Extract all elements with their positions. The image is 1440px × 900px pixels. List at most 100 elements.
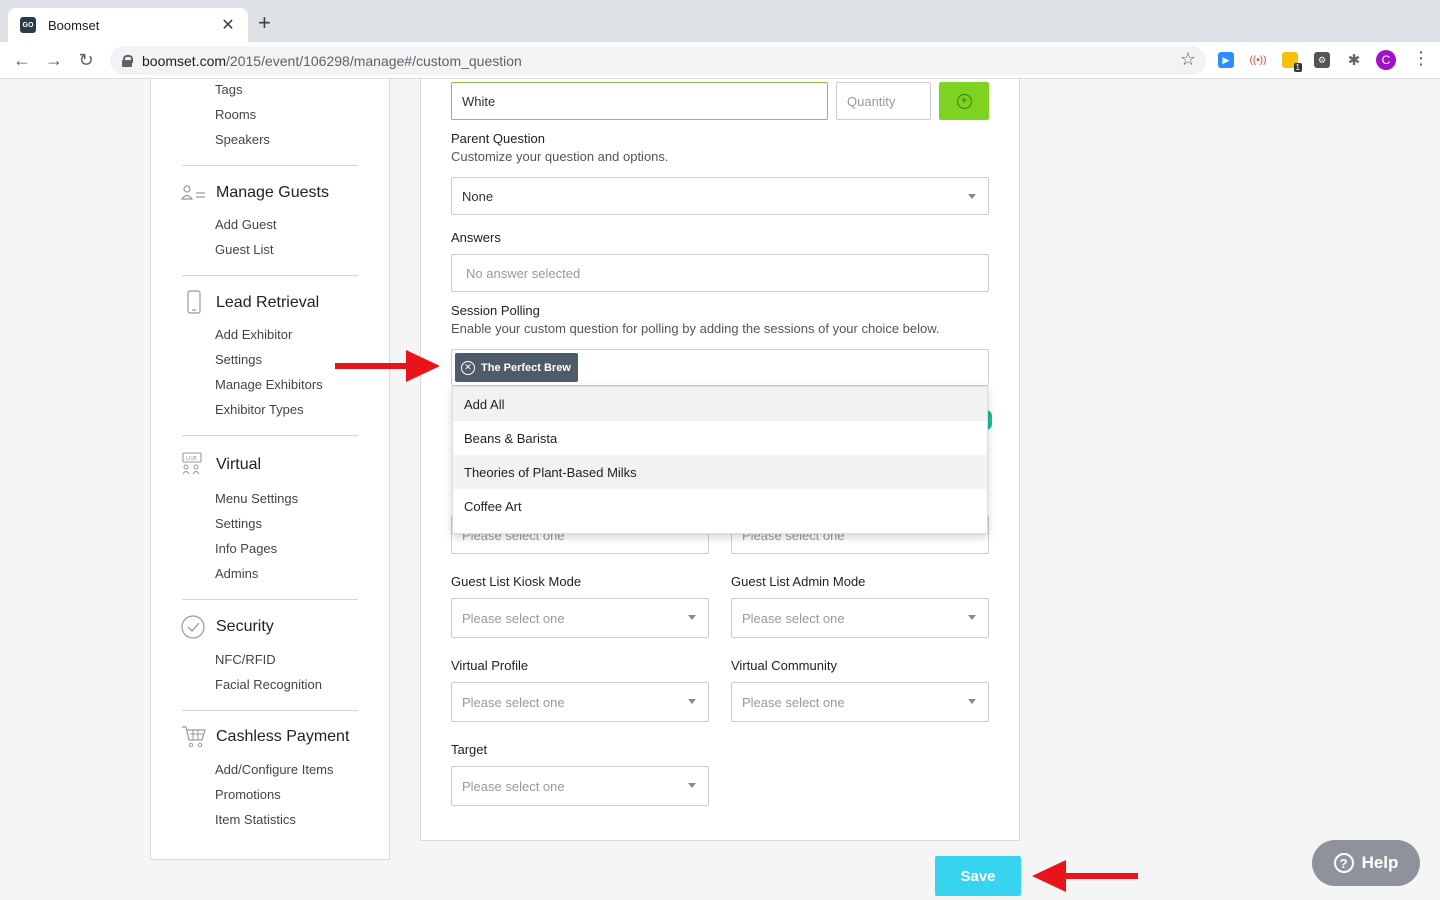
reload-icon[interactable]: ↻ <box>74 48 98 72</box>
help-button[interactable]: ? Help <box>1312 840 1420 886</box>
admin-mode-select[interactable]: Please select one <box>731 598 989 638</box>
sidebar-item-lead-settings[interactable]: Settings <box>215 352 262 367</box>
sidebar-item-exhibitor-types[interactable]: Exhibitor Types <box>215 402 304 417</box>
annotation-arrow-left-icon <box>1032 860 1066 892</box>
tab-close-icon[interactable]: ✕ <box>220 15 236 35</box>
parent-question-hint: Customize your question and options. <box>451 149 669 164</box>
parent-question-label: Parent Question <box>451 131 545 146</box>
session-polling-label: Session Polling <box>451 303 540 318</box>
cart-icon <box>181 725 207 749</box>
chrome-menu-icon[interactable]: ⋮ <box>1412 48 1430 69</box>
virtual-profile-label: Virtual Profile <box>451 658 529 673</box>
annotation-arrow-right-icon <box>406 350 440 382</box>
guests-icon <box>180 183 207 207</box>
virtual-community-value: Please select one <box>742 694 845 710</box>
browser-toolbar: ← → ↻ boomset.com/2015/event/106298/mana… <box>0 42 1440 79</box>
sidebar-item-nfc-rfid[interactable]: NFC/RFID <box>215 652 276 667</box>
sidebar-item-guest-list[interactable]: Guest List <box>215 242 274 257</box>
sidebar-item-facial-recognition[interactable]: Facial Recognition <box>215 677 322 692</box>
sidebar-item-manage-exhibitors[interactable]: Manage Exhibitors <box>215 377 323 392</box>
target-value: Please select one <box>462 778 565 794</box>
virtual-profile-select[interactable]: Please select one <box>451 682 709 722</box>
sidebar-item-add-configure-items[interactable]: Add/Configure Items <box>215 762 334 777</box>
chevron-down-icon <box>968 194 976 199</box>
admin-mode-label: Guest List Admin Mode <box>731 574 866 589</box>
check-circle-icon <box>181 615 207 639</box>
admin-mode-value: Please select one <box>742 610 845 626</box>
script-extension-icon[interactable]: ⚙ <box>1314 52 1330 68</box>
virtual-profile-value: Please select one <box>462 694 565 710</box>
dropdown-option-add-all[interactable]: Add All <box>453 387 987 421</box>
sidebar-section-lead-retrieval[interactable]: Lead Retrieval <box>216 294 319 312</box>
dropdown-option-beans-barista[interactable]: Beans & Barista <box>453 421 987 455</box>
session-options-dropdown: Add All Beans & Barista Theories of Plan… <box>452 386 988 534</box>
save-button[interactable]: Save <box>935 856 1021 896</box>
sidebar-item-rooms[interactable]: Rooms <box>215 107 256 122</box>
add-option-button[interactable]: + <box>939 82 989 120</box>
sidebar-divider <box>182 165 358 166</box>
sidebar-divider <box>182 435 358 436</box>
url-host: boomset.com <box>142 52 227 69</box>
option-value-input[interactable]: White <box>451 82 828 120</box>
remove-chip-icon[interactable]: ✕ <box>461 360 475 375</box>
sidebar-divider <box>182 710 358 711</box>
sidebar-item-add-exhibitor[interactable]: Add Exhibitor <box>215 327 292 342</box>
chevron-down-icon <box>688 699 696 704</box>
parent-question-select[interactable]: None <box>451 177 989 215</box>
chevron-down-icon <box>968 615 976 620</box>
boomset-favicon-icon: GO <box>20 17 36 33</box>
chevron-down-icon <box>968 699 976 704</box>
target-select[interactable]: Please select one <box>451 766 709 806</box>
sidebar-section-security[interactable]: Security <box>216 618 274 636</box>
bookmark-star-icon[interactable]: ☆ <box>1180 49 1196 70</box>
sidebar-divider <box>182 599 358 600</box>
virtual-community-label: Virtual Community <box>731 658 837 673</box>
new-tab-icon[interactable]: + <box>258 12 271 34</box>
url-path: /2015/event/106298/manage#/custom_questi… <box>226 52 522 69</box>
virtual-community-select[interactable]: Please select one <box>731 682 989 722</box>
chevron-down-icon <box>688 615 696 620</box>
lock-icon <box>122 54 133 67</box>
sidebar-item-tags[interactable]: Tags <box>215 82 242 97</box>
puzzle-extensions-icon[interactable]: ✱ <box>1346 52 1362 69</box>
kiosk-mode-label: Guest List Kiosk Mode <box>451 574 582 589</box>
sidebar-item-promotions[interactable]: Promotions <box>215 787 281 802</box>
sidebar-item-virtual-settings[interactable]: Settings <box>215 516 262 531</box>
live-icon: LIVE <box>181 452 207 476</box>
kiosk-mode-select[interactable]: Please select one <box>451 598 709 638</box>
sidebar: Tags Rooms Speakers Manage Guests Add Gu… <box>150 79 390 860</box>
broadcast-extension-icon[interactable]: ((•)) <box>1250 52 1266 68</box>
plus-circle-icon: + <box>956 93 972 109</box>
answers-input[interactable]: No answer selected <box>451 254 989 292</box>
sidebar-item-info-pages[interactable]: Info Pages <box>215 541 277 556</box>
svg-text:LIVE: LIVE <box>186 456 197 462</box>
zoom-extension-icon[interactable]: ▶ <box>1218 52 1234 68</box>
phone-icon <box>181 290 207 314</box>
sidebar-item-add-guest[interactable]: Add Guest <box>215 217 276 232</box>
address-bar[interactable]: boomset.com/2015/event/106298/manage#/cu… <box>110 46 1206 75</box>
extension-badge: 1 <box>1293 63 1302 72</box>
browser-tabbar: GO Boomset ✕ + <box>0 0 1440 42</box>
dropdown-option-coffee-art[interactable]: Coffee Art <box>453 489 987 523</box>
help-label: Help <box>1361 853 1399 872</box>
forward-arrow-icon[interactable]: → <box>42 48 66 72</box>
profile-avatar[interactable]: C <box>1376 50 1396 70</box>
sidebar-item-speakers[interactable]: Speakers <box>215 132 270 147</box>
quantity-input[interactable]: Quantity <box>836 82 931 120</box>
sidebar-item-admins[interactable]: Admins <box>215 566 258 581</box>
sidebar-item-item-statistics[interactable]: Item Statistics <box>215 812 296 827</box>
sidebar-divider <box>182 275 358 276</box>
back-arrow-icon[interactable]: ← <box>10 48 34 72</box>
chevron-down-icon <box>688 783 696 788</box>
sidebar-section-manage-guests[interactable]: Manage Guests <box>216 184 329 202</box>
sidebar-section-virtual[interactable]: Virtual <box>216 456 261 474</box>
parent-question-value: None <box>462 188 494 204</box>
notes-extension-icon[interactable]: 1 <box>1282 52 1302 72</box>
tab-title: Boomset <box>48 17 100 33</box>
browser-tab[interactable]: GO Boomset ✕ <box>8 8 248 42</box>
annotation-arrow-shaft <box>1062 873 1138 879</box>
question-mark-icon: ? <box>1333 853 1354 873</box>
dropdown-option-plant-based-milks[interactable]: Theories of Plant-Based Milks <box>453 455 987 489</box>
sidebar-section-cashless-payment[interactable]: Cashless Payment <box>216 728 349 746</box>
sidebar-item-menu-settings[interactable]: Menu Settings <box>215 491 298 506</box>
